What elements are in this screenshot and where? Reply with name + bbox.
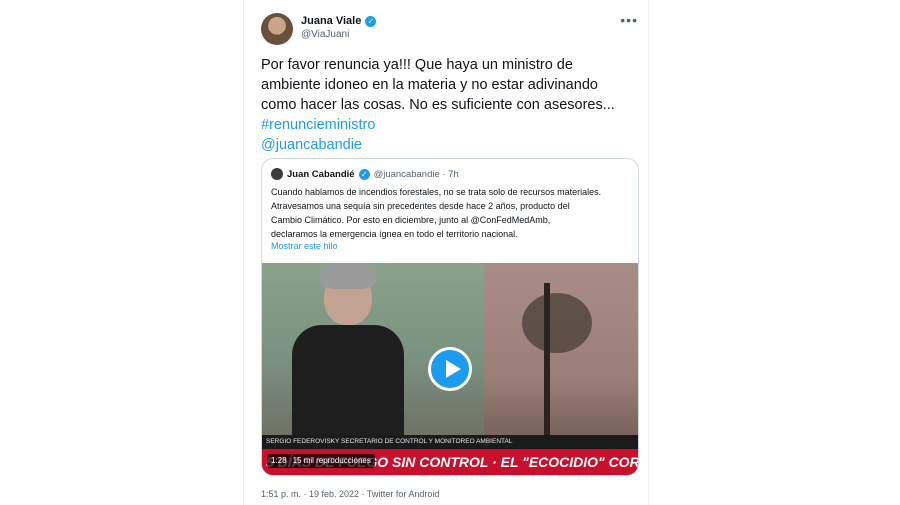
quoted-text-line: Cambio Climático. Por esto en diciembre,… bbox=[271, 215, 551, 225]
tweet-text-line: Por favor renuncia ya!!! Que haya un min… bbox=[261, 57, 573, 73]
hashtag-link[interactable]: #renuncieministro bbox=[261, 115, 641, 135]
video-views: 15 mil reproducciones bbox=[292, 456, 371, 465]
mention-link[interactable]: @juancabandie bbox=[261, 135, 641, 155]
video-duration: 1:28 bbox=[271, 456, 287, 465]
video-tree-trunk bbox=[544, 283, 550, 443]
author-avatar[interactable] bbox=[261, 13, 293, 45]
video-player[interactable]: SERGIO FEDEROVISKY SECRETARIO DE CONTROL… bbox=[262, 263, 638, 475]
tweet-text-line: como hacer las cosas. No es suficiente c… bbox=[261, 97, 615, 113]
quoted-tweet-text: Cuando hablamos de incendios forestales,… bbox=[271, 185, 633, 241]
quoted-author-handle: @juancabandie · 7h bbox=[373, 168, 459, 180]
tweet-text-line: ambiente idoneo en la materia y no estar… bbox=[261, 77, 598, 93]
quoted-author-name: Juan Cabandié bbox=[287, 168, 355, 180]
tweet-timestamp[interactable]: 1:51 p. m. · 19 feb. 2022 · Twitter for … bbox=[261, 489, 439, 499]
more-options-icon[interactable]: ••• bbox=[620, 12, 638, 28]
author-name[interactable]: Juana Viale bbox=[301, 15, 361, 27]
verified-badge-icon: ✓ bbox=[358, 168, 370, 180]
quoted-author-avatar bbox=[271, 168, 283, 180]
author-name-row[interactable]: Juana Viale ✓ bbox=[301, 15, 377, 27]
video-tree-canopy bbox=[522, 293, 592, 353]
video-lower-third: SERGIO FEDEROVISKY SECRETARIO DE CONTROL… bbox=[262, 435, 638, 449]
quoted-text-line: Atravesamos una sequía sin precedentes d… bbox=[271, 201, 570, 211]
verified-badge-icon: ✓ bbox=[365, 15, 377, 27]
quoted-text-line: declaramos la emergencia ígnea en todo e… bbox=[271, 229, 518, 239]
show-thread-link[interactable]: Mostrar este hilo bbox=[271, 241, 338, 251]
tweet-card: Juana Viale ✓ @ViaJuani ••• Por favor re… bbox=[243, 0, 649, 505]
quoted-tweet[interactable]: Juan Cabandié ✓ @juancabandie · 7h Cuand… bbox=[261, 158, 639, 476]
quoted-text-line: Cuando hablamos de incendios forestales,… bbox=[271, 187, 602, 197]
author-handle[interactable]: @ViaJuani bbox=[301, 29, 349, 40]
tweet-text: Por favor renuncia ya!!! Que haya un min… bbox=[261, 55, 641, 155]
video-meta-badge: 1:28 15 mil reproducciones bbox=[267, 454, 375, 468]
quoted-tweet-header: Juan Cabandié ✓ @juancabandie · 7h bbox=[271, 168, 459, 180]
play-icon[interactable] bbox=[428, 347, 472, 391]
video-person-hair bbox=[320, 263, 376, 289]
